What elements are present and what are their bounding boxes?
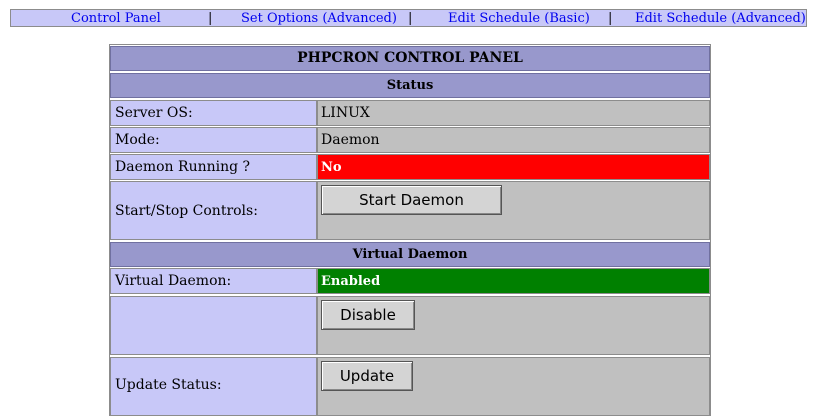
mode-label: Mode: — [110, 127, 317, 153]
server-os-label: Server OS: — [110, 100, 317, 126]
start-stop-controls: Start Daemon — [317, 181, 710, 240]
top-nav-bar: Control Panel | Set Options (Advanced) |… — [10, 9, 807, 27]
update-button[interactable]: Update — [321, 361, 413, 391]
nav-separator: | — [208, 11, 213, 26]
daemon-running-row: Daemon Running ? No — [110, 154, 710, 180]
daemon-running-status-badge: No — [317, 154, 710, 180]
start-stop-label: Start/Stop Controls: — [110, 181, 317, 240]
nav-separator: | — [408, 11, 413, 26]
nav-link-edit-schedule-advanced[interactable]: Edit Schedule (Advanced) — [635, 11, 806, 27]
virtual-daemon-status-badge: Enabled — [317, 268, 710, 294]
start-stop-row: Start/Stop Controls: Start Daemon — [110, 181, 710, 240]
disable-row-label — [110, 296, 317, 355]
update-controls: Update — [317, 357, 710, 416]
update-status-label: Update Status: — [110, 357, 317, 416]
status-section-header: Status — [110, 73, 710, 98]
nav-link-edit-schedule-basic[interactable]: Edit Schedule (Basic) — [448, 11, 590, 27]
virtual-daemon-row: Virtual Daemon: Enabled — [110, 268, 710, 294]
daemon-running-label: Daemon Running ? — [110, 154, 317, 180]
panel-title: PHPCRON CONTROL PANEL — [110, 46, 710, 71]
mode-row: Mode: Daemon — [110, 127, 710, 153]
nav-separator: | — [608, 11, 613, 26]
server-os-value: LINUX — [317, 100, 710, 126]
nav-link-control-panel[interactable]: Control Panel — [71, 11, 161, 27]
update-status-row: Update Status: Update — [110, 357, 710, 416]
mode-value: Daemon — [317, 127, 710, 153]
disable-button[interactable]: Disable — [321, 300, 415, 330]
start-daemon-button[interactable]: Start Daemon — [321, 185, 502, 215]
virtual-daemon-label: Virtual Daemon: — [110, 268, 317, 294]
disable-row: Disable — [110, 296, 710, 355]
nav-link-set-options-advanced[interactable]: Set Options (Advanced) — [241, 11, 397, 27]
disable-controls: Disable — [317, 296, 710, 355]
server-os-row: Server OS: LINUX — [110, 100, 710, 126]
virtual-daemon-section-header: Virtual Daemon — [110, 242, 710, 267]
